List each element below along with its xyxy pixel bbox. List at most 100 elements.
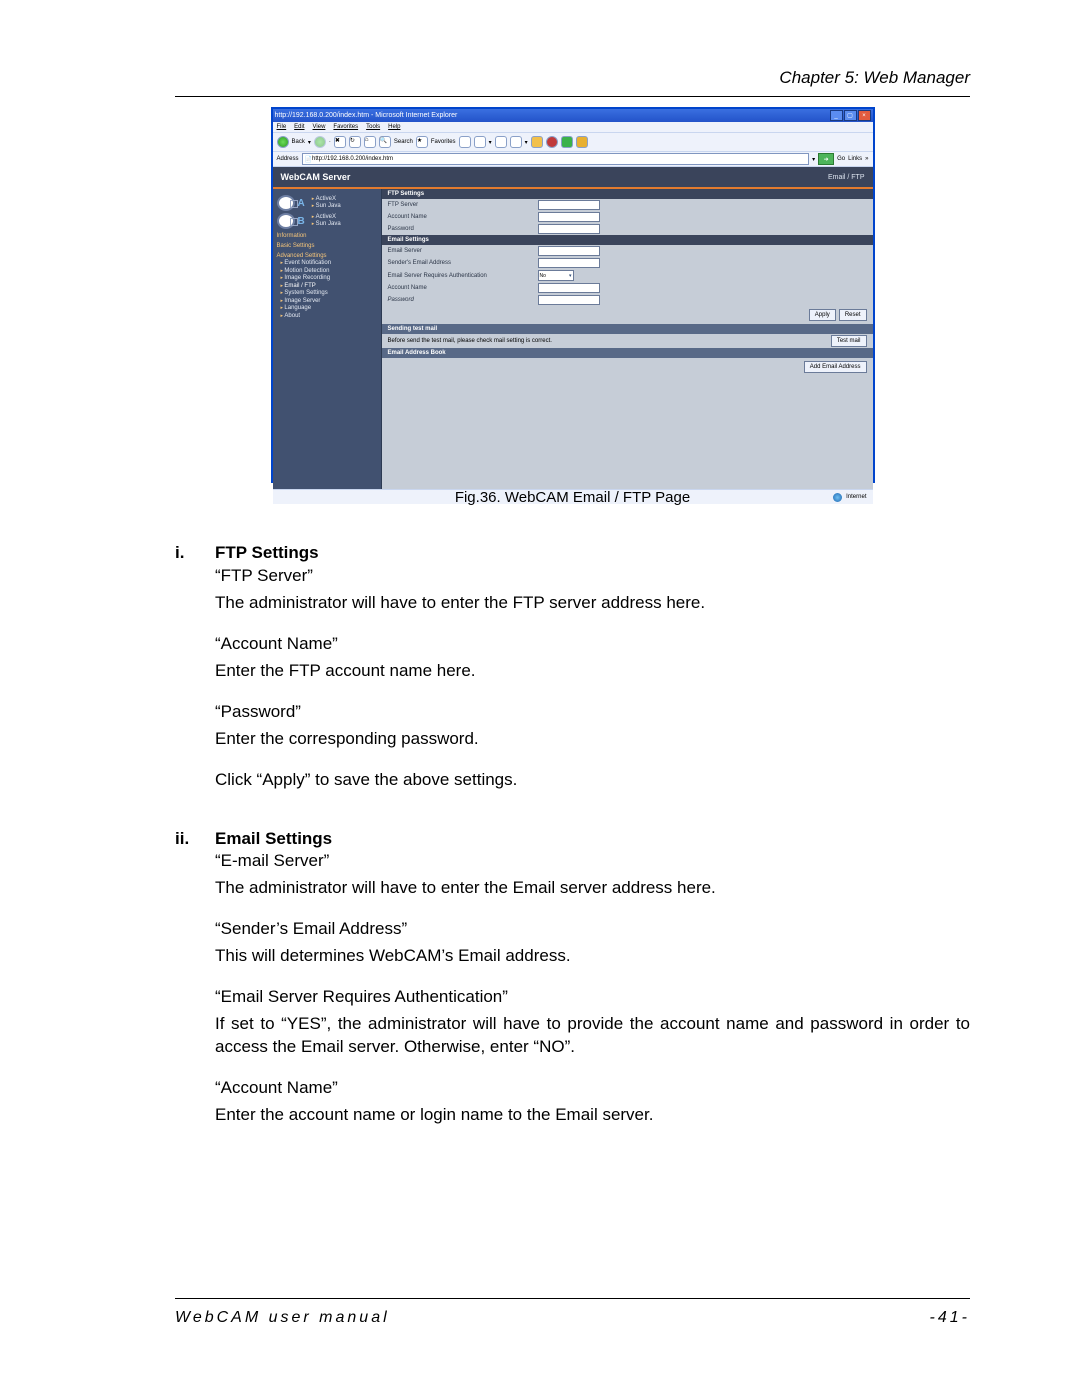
links-label[interactable]: Links [848, 156, 862, 162]
nav-image-recording[interactable]: Image Recording [281, 275, 377, 283]
email-server-label: Email Server [388, 248, 538, 254]
sender-label: Sender's Email Address [388, 260, 538, 266]
nav-event-notification[interactable]: Event Notification [281, 260, 377, 268]
s2-p1a: “E-mail Server” [215, 850, 970, 873]
internet-zone-icon [833, 493, 842, 502]
address-label: Address [277, 156, 299, 162]
webcam-header: WebCAM Server Email / FTP [273, 167, 873, 189]
ftp-server-input[interactable] [538, 200, 600, 210]
test-mail-button[interactable]: Test mail [831, 335, 867, 347]
go-button[interactable]: ➜ [818, 153, 834, 165]
camera-b: B ActiveX Sun Java [277, 213, 377, 229]
header-rule [175, 96, 970, 97]
auth-label: Email Server Requires Authentication [388, 273, 538, 279]
go-label: Go [837, 156, 845, 162]
ftp-password-input[interactable] [538, 224, 600, 234]
main-panel: FTP Settings FTP Server Account Name Pas… [382, 189, 873, 489]
menu-edit[interactable]: Edit [294, 124, 304, 130]
email-account-input[interactable] [538, 283, 600, 293]
mail-icon[interactable] [495, 136, 507, 148]
breadcrumb: Email / FTP [828, 174, 865, 181]
email-settings-header: Email Settings [382, 235, 873, 245]
ftp-password-label: Password [388, 226, 538, 232]
camera-a-java[interactable]: Sun Java [312, 203, 377, 211]
camera-a-letter: A [298, 198, 305, 209]
email-server-input[interactable] [538, 246, 600, 256]
nav-advanced-settings[interactable]: Advanced Settings [277, 253, 377, 259]
s1-p4: Click “Apply” to save the above settings… [215, 769, 970, 792]
folder-icon[interactable] [531, 136, 543, 148]
refresh-icon[interactable]: ↻ [349, 136, 361, 148]
ie-menubar: File Edit View Favorites Tools Help [273, 122, 873, 132]
camera-b-java[interactable]: Sun Java [312, 221, 377, 229]
print-icon[interactable] [510, 136, 522, 148]
tool-icon-1[interactable] [561, 136, 573, 148]
back-icon[interactable] [277, 136, 289, 148]
s2-p4b: Enter the account name or login name to … [215, 1104, 970, 1127]
menu-help[interactable]: Help [388, 124, 400, 130]
tool-icon-2[interactable] [576, 136, 588, 148]
history-icon[interactable] [474, 136, 486, 148]
nav-system-settings[interactable]: System Settings [281, 290, 377, 298]
nav-image-server[interactable]: Image Server [281, 298, 377, 306]
menu-tools[interactable]: Tools [366, 124, 380, 130]
ftp-account-label: Account Name [388, 214, 538, 220]
menu-favorites[interactable]: Favorites [333, 124, 358, 130]
forward-icon[interactable] [314, 136, 326, 148]
camera-b-activex[interactable]: ActiveX [312, 214, 377, 222]
s2-p2b: This will determines WebCAM’s Email addr… [215, 945, 970, 968]
ftp-server-label: FTP Server [388, 202, 538, 208]
email-password-input[interactable] [538, 295, 600, 305]
search-icon[interactable]: 🔍 [379, 136, 391, 148]
test-mail-note: Before send the test mail, please check … [388, 338, 552, 344]
menu-file[interactable]: File [277, 124, 287, 130]
ie-titlebar: http://192.168.0.200/index.htm - Microso… [273, 109, 873, 122]
email-password-label: Password [388, 297, 538, 303]
s2-p3b: If set to “YES”, the administrator will … [215, 1013, 970, 1059]
favorites-icon[interactable]: ★ [416, 136, 428, 148]
nav-basic-settings[interactable]: Basic Settings [277, 243, 377, 249]
page-icon: 📄 [305, 156, 312, 163]
reset-button[interactable]: Reset [839, 309, 867, 321]
ftp-account-input[interactable] [538, 212, 600, 222]
document-body: i. FTP Settings “FTP Server” The adminis… [175, 542, 970, 1127]
camera-a: A ActiveX Sun Java [277, 195, 377, 211]
media-icon[interactable] [459, 136, 471, 148]
ladybug-icon[interactable] [546, 136, 558, 148]
section-1-number: i. [175, 542, 215, 565]
address-field[interactable]: 📄 http://192.168.0.200/index.htm [302, 153, 810, 165]
nav-motion-detection[interactable]: Motion Detection [281, 268, 377, 276]
s1-p3a: “Password” [215, 701, 970, 724]
add-email-button[interactable]: Add Email Address [804, 361, 867, 373]
sender-input[interactable] [538, 258, 600, 268]
minimize-button[interactable]: _ [830, 110, 843, 121]
s1-p2a: “Account Name” [215, 633, 970, 656]
maximize-button[interactable]: ▢ [844, 110, 857, 121]
section-2-number: ii. [175, 828, 215, 851]
address-url: http://192.168.0.200/index.htm [312, 156, 393, 162]
nav-language[interactable]: Language [281, 305, 377, 313]
menu-view[interactable]: View [313, 124, 326, 130]
nav-about[interactable]: About [281, 313, 377, 321]
footer-page: -41- [930, 1309, 970, 1327]
ftp-settings-header: FTP Settings [382, 189, 873, 199]
address-book-header: Email Address Book [382, 348, 873, 358]
back-label[interactable]: Back [292, 139, 305, 145]
webcam-title: WebCAM Server [281, 172, 351, 182]
search-label[interactable]: Search [394, 139, 413, 145]
nav-information[interactable]: Information [277, 233, 377, 239]
nav-email-ftp[interactable]: Email / FTP [281, 283, 377, 291]
s1-p1b: The administrator will have to enter the… [215, 592, 970, 615]
home-icon[interactable]: ⌂ [364, 136, 376, 148]
sidebar: A ActiveX Sun Java B ActiveX Sun Java [273, 189, 382, 489]
chapter-header: Chapter 5: Web Manager [175, 68, 970, 88]
s1-p1a: “FTP Server” [215, 565, 970, 588]
favorites-label[interactable]: Favorites [431, 139, 456, 145]
s2-p3a: “Email Server Requires Authentication” [215, 986, 970, 1009]
close-button[interactable]: × [858, 110, 871, 121]
apply-button[interactable]: Apply [809, 309, 836, 321]
camera-icon [277, 213, 295, 229]
stop-icon[interactable]: ✖ [334, 136, 346, 148]
auth-select[interactable]: No [538, 270, 574, 281]
camera-a-activex[interactable]: ActiveX [312, 196, 377, 204]
